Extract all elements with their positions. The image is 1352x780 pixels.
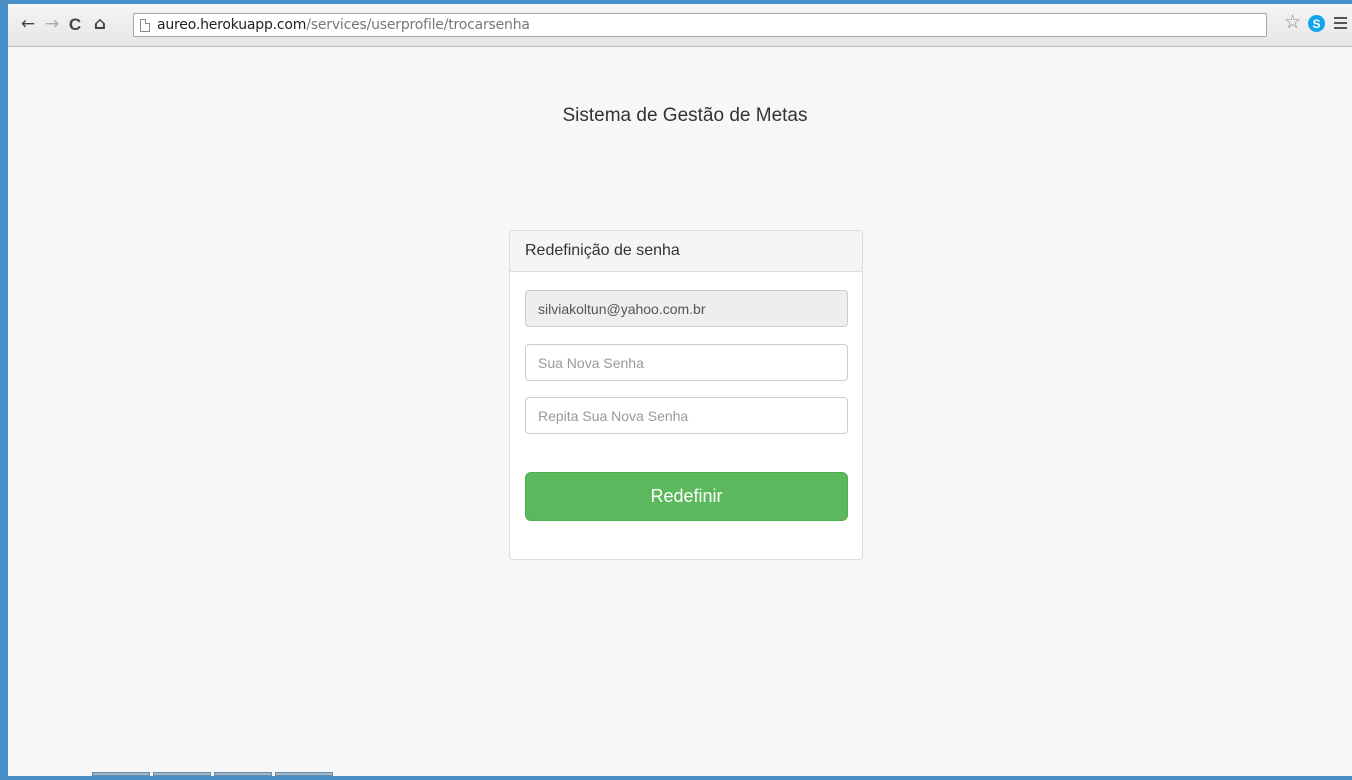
browser-toolbar: ← → C ⌂ aureo.herokuapp.com/services/use… bbox=[8, 4, 1352, 47]
taskbar-item[interactable] bbox=[275, 772, 333, 776]
repeat-password-field[interactable] bbox=[525, 397, 848, 434]
home-icon[interactable]: ⌂ bbox=[90, 14, 110, 34]
taskbar-item[interactable] bbox=[153, 772, 211, 776]
new-password-field[interactable] bbox=[525, 344, 848, 381]
reset-password-panel: Redefinição de senha Redefinir bbox=[509, 230, 863, 560]
url-path: /services/userprofile/trocarsenha bbox=[306, 17, 530, 33]
taskbar-item[interactable] bbox=[214, 772, 272, 776]
email-field[interactable] bbox=[525, 290, 848, 327]
app-title: Sistema de Gestão de Metas bbox=[562, 105, 808, 126]
browser-menu-icon[interactable] bbox=[1334, 17, 1347, 29]
forward-arrow-icon[interactable]: → bbox=[42, 14, 62, 34]
reload-icon[interactable]: C bbox=[65, 14, 85, 34]
page-icon bbox=[140, 18, 150, 32]
bookmark-star-icon[interactable]: ☆ bbox=[1284, 13, 1301, 32]
taskbar-item[interactable] bbox=[92, 772, 150, 776]
address-url[interactable]: aureo.herokuapp.com/services/userprofile… bbox=[157, 17, 530, 33]
panel-title: Redefinição de senha bbox=[510, 231, 862, 272]
url-host: aureo.herokuapp.com bbox=[157, 17, 307, 33]
redefinir-button[interactable]: Redefinir bbox=[525, 472, 848, 521]
address-bar[interactable]: aureo.herokuapp.com/services/userprofile… bbox=[133, 13, 1267, 37]
back-arrow-icon[interactable]: ← bbox=[18, 14, 38, 34]
skype-extension-icon[interactable]: S bbox=[1308, 15, 1325, 32]
browser-window: ← → C ⌂ aureo.herokuapp.com/services/use… bbox=[8, 4, 1352, 776]
